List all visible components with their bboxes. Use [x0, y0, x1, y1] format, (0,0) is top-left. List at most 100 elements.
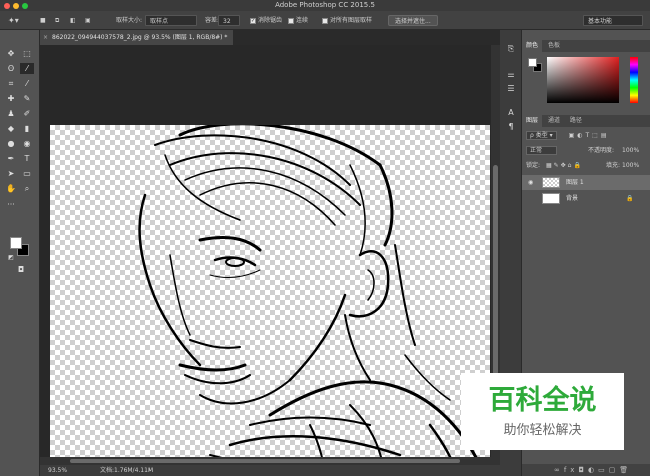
intersect-selection-icon[interactable]: ▣: [85, 15, 91, 26]
zoom-level[interactable]: 93.5%: [48, 465, 67, 476]
visibility-eye-icon[interactable]: ◉: [528, 175, 533, 190]
app-title: Adobe Photoshop CC 2015.5: [275, 1, 375, 9]
sample-size-label: 取样大小:: [116, 17, 143, 24]
new-selection-icon[interactable]: ■: [40, 15, 46, 26]
tab-color[interactable]: 颜色: [522, 40, 543, 52]
checkbox-box: [322, 17, 328, 24]
fill-label: 填充:: [606, 162, 621, 169]
color-picker-field[interactable]: [547, 57, 619, 103]
type-tool-icon[interactable]: T: [20, 153, 34, 164]
move-tool-icon[interactable]: ✥: [4, 48, 18, 59]
paragraph-panel-icon[interactable]: ¶: [505, 122, 517, 132]
layer-thumbnail: [542, 177, 560, 188]
contiguous-label: 连续: [296, 17, 309, 24]
tab-channels[interactable]: 通道: [544, 115, 564, 127]
gradient-tool-icon[interactable]: ▮: [20, 123, 34, 134]
zoom-tool-icon[interactable]: ⌕: [20, 183, 34, 194]
sample-size-select[interactable]: 取样点: [145, 15, 197, 26]
dodge-tool-icon[interactable]: ◉: [20, 138, 34, 149]
horizontal-scroll-thumb[interactable]: [70, 459, 460, 463]
tolerance-label: 容差:: [205, 17, 220, 24]
sample-all-layers-checkbox[interactable]: 对所有图层取样: [322, 15, 372, 26]
tab-layers[interactable]: 图层: [522, 115, 543, 127]
properties-panel-icon[interactable]: ☰: [505, 84, 517, 94]
more-tools-icon[interactable]: ···: [4, 199, 18, 210]
layer-kind-filter[interactable]: ρ 类型 ▾: [526, 131, 557, 140]
panel-foreground-swatch[interactable]: [528, 58, 537, 67]
sample-all-layers-label: 对所有图层取样: [330, 17, 373, 24]
lasso-tool-icon[interactable]: ʘ: [4, 63, 18, 74]
crop-tool-icon[interactable]: ⌗: [4, 78, 18, 89]
history-brush-icon[interactable]: ✐: [20, 108, 34, 119]
select-and-mask-button[interactable]: 选择并遮住...: [388, 15, 438, 26]
magic-wand-tool-icon[interactable]: ⁄: [20, 63, 34, 74]
lock-icon: 🔒: [626, 195, 634, 202]
shape-tool-icon[interactable]: ▭: [20, 168, 34, 179]
layers-panel-footer: ∞fx◘◐▭▢🗑: [522, 464, 650, 476]
healing-brush-icon[interactable]: ✚: [4, 93, 18, 104]
adjustments-panel-icon[interactable]: ⚌: [505, 70, 517, 80]
tab-paths[interactable]: 路径: [566, 115, 586, 127]
antialias-label: 消除锯齿: [258, 17, 283, 24]
horizontal-scrollbar[interactable]: [40, 457, 491, 465]
document-canvas[interactable]: [50, 125, 490, 476]
minimize-window-button[interactable]: [13, 3, 19, 9]
title-bar: Adobe Photoshop CC 2015.5: [0, 0, 650, 11]
path-selection-icon[interactable]: ➤: [4, 168, 18, 179]
layer-name: 图层 1: [566, 179, 584, 186]
layer-footer-icons[interactable]: ∞fx◘◐▭▢🗑: [554, 466, 632, 474]
canvas-area[interactable]: [40, 45, 491, 476]
magic-wand-preset-icon[interactable]: ✦▾: [8, 15, 19, 26]
document-tab-title: 862022_094944037578_2.jpg @ 93.5% (图层 1,…: [52, 34, 228, 41]
document-tab-bar: × 862022_094944037578_2.jpg @ 93.5% (图层 …: [40, 30, 500, 45]
layers-panel-tabs: 图层 通道 路径: [522, 115, 650, 127]
layer-thumbnail: [542, 193, 560, 204]
eraser-tool-icon[interactable]: ◆: [4, 123, 18, 134]
pen-tool-icon[interactable]: ✒: [4, 153, 18, 164]
document-tab[interactable]: × 862022_094944037578_2.jpg @ 93.5% (图层 …: [40, 30, 234, 45]
quick-mask-icon[interactable]: ◘: [14, 264, 28, 275]
blend-mode-select[interactable]: 正常: [526, 146, 558, 155]
layer-name: 背景: [566, 195, 579, 202]
watermark-subtitle: 助你轻松解决: [503, 423, 582, 438]
blend-row: 正常 不透明度: 100%: [526, 146, 650, 156]
clone-stamp-icon[interactable]: ♟: [4, 108, 18, 119]
history-panel-icon[interactable]: ⎘: [505, 44, 517, 54]
filter-icons[interactable]: ▣◐T⬚▤: [569, 132, 610, 139]
layer-kind-label: 类型: [535, 132, 548, 139]
brush-tool-icon[interactable]: ✎: [20, 93, 34, 104]
add-selection-icon[interactable]: ⧉: [55, 15, 59, 26]
subtract-selection-icon[interactable]: ◧: [70, 15, 76, 26]
layer-filter-row: ρ 类型 ▾ ▣◐T⬚▤: [526, 131, 610, 141]
fill-input[interactable]: 100%: [622, 161, 639, 171]
document-size: 文档:1.76M/4.11M: [100, 467, 154, 474]
contiguous-checkbox[interactable]: 连续: [288, 15, 308, 26]
hand-tool-icon[interactable]: ✋: [4, 183, 18, 194]
foreground-color-swatch[interactable]: [10, 237, 22, 249]
character-panel-icon[interactable]: A: [505, 108, 517, 118]
vertical-scroll-thumb[interactable]: [493, 165, 498, 375]
watermark-title: 百科全说: [488, 385, 597, 416]
antialias-checkbox[interactable]: ✓ 消除锯齿: [250, 15, 282, 26]
maximize-window-button[interactable]: [22, 3, 28, 9]
eyedropper-tool-icon[interactable]: ⁄: [20, 78, 34, 89]
checkbox-box: [288, 17, 294, 24]
opacity-input[interactable]: 100%: [622, 146, 639, 156]
workspace-select[interactable]: 基本功能: [583, 15, 643, 26]
close-tab-icon[interactable]: ×: [43, 30, 48, 45]
hue-slider[interactable]: [630, 57, 638, 103]
default-colors-icon[interactable]: ◩: [4, 252, 18, 263]
layer-row-layer1[interactable]: ◉ 图层 1: [522, 175, 650, 190]
sketch-artwork: [138, 125, 482, 476]
tolerance-input[interactable]: 32: [218, 15, 240, 26]
layer-row-background[interactable]: 背景 🔒: [522, 191, 650, 206]
tools-panel: ✥ ⬚ ʘ ⁄ ⌗ ⁄ ✚ ✎ ♟ ✐ ◆ ▮ ● ◉ ✒ T ➤ ▭ ✋ ⌕ …: [0, 30, 40, 476]
close-window-button[interactable]: [4, 3, 10, 9]
blur-tool-icon[interactable]: ●: [4, 138, 18, 149]
marquee-tool-icon[interactable]: ⬚: [20, 48, 34, 59]
lock-icons[interactable]: ▦✎✥⌂🔒: [546, 162, 583, 169]
watermark-logo: 百科全说 助你轻松解决: [461, 373, 624, 450]
color-panel-tabs: 颜色 色板: [522, 40, 650, 52]
status-menu-arrow-icon[interactable]: ›: [148, 465, 151, 476]
tab-swatches[interactable]: 色板: [544, 40, 564, 52]
